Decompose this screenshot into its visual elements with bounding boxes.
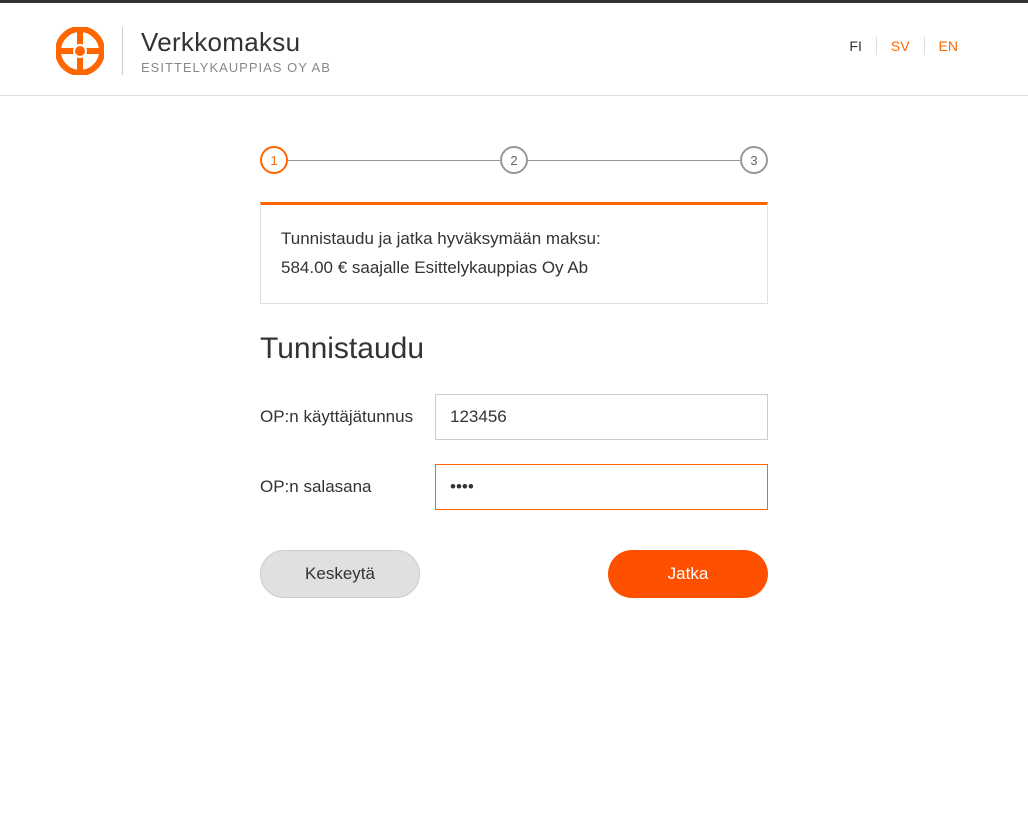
title-block: Verkkomaksu ESITTELYKAUPPIAS OY AB xyxy=(122,27,331,75)
lang-en[interactable]: EN xyxy=(925,37,972,55)
info-instruction: Tunnistaudu ja jatka hyväksymään maksu: xyxy=(281,225,747,254)
password-label: OP:n salasana xyxy=(260,477,435,497)
language-switcher: FI SV EN xyxy=(835,27,972,55)
step-indicator: 1 2 3 xyxy=(260,146,768,174)
password-row: OP:n salasana xyxy=(260,464,768,510)
username-input[interactable] xyxy=(435,394,768,440)
lang-sv[interactable]: SV xyxy=(877,37,925,55)
cancel-button[interactable]: Keskeytä xyxy=(260,550,420,598)
main-content: 1 2 3 Tunnistaudu ja jatka hyväksymään m… xyxy=(260,146,768,598)
lang-fi[interactable]: FI xyxy=(835,37,876,55)
step-1: 1 xyxy=(260,146,288,174)
payment-info-box: Tunnistaudu ja jatka hyväksymään maksu: … xyxy=(260,202,768,304)
button-row: Keskeytä Jatka xyxy=(260,550,768,598)
header: Verkkomaksu ESITTELYKAUPPIAS OY AB FI SV… xyxy=(0,3,1028,96)
username-row: OP:n käyttäjätunnus xyxy=(260,394,768,440)
op-logo-icon xyxy=(56,27,104,75)
section-title: Tunnistaudu xyxy=(260,332,768,366)
username-label: OP:n käyttäjätunnus xyxy=(260,407,435,427)
page-title: Verkkomaksu xyxy=(141,27,331,58)
continue-button[interactable]: Jatka xyxy=(608,550,768,598)
step-3: 3 xyxy=(740,146,768,174)
step-2: 2 xyxy=(500,146,528,174)
info-amount: 584.00 € saajalle Esittelykauppias Oy Ab xyxy=(281,254,747,283)
brand-block: Verkkomaksu ESITTELYKAUPPIAS OY AB xyxy=(56,27,331,75)
merchant-name: ESITTELYKAUPPIAS OY AB xyxy=(141,60,331,75)
password-input[interactable] xyxy=(435,464,768,510)
